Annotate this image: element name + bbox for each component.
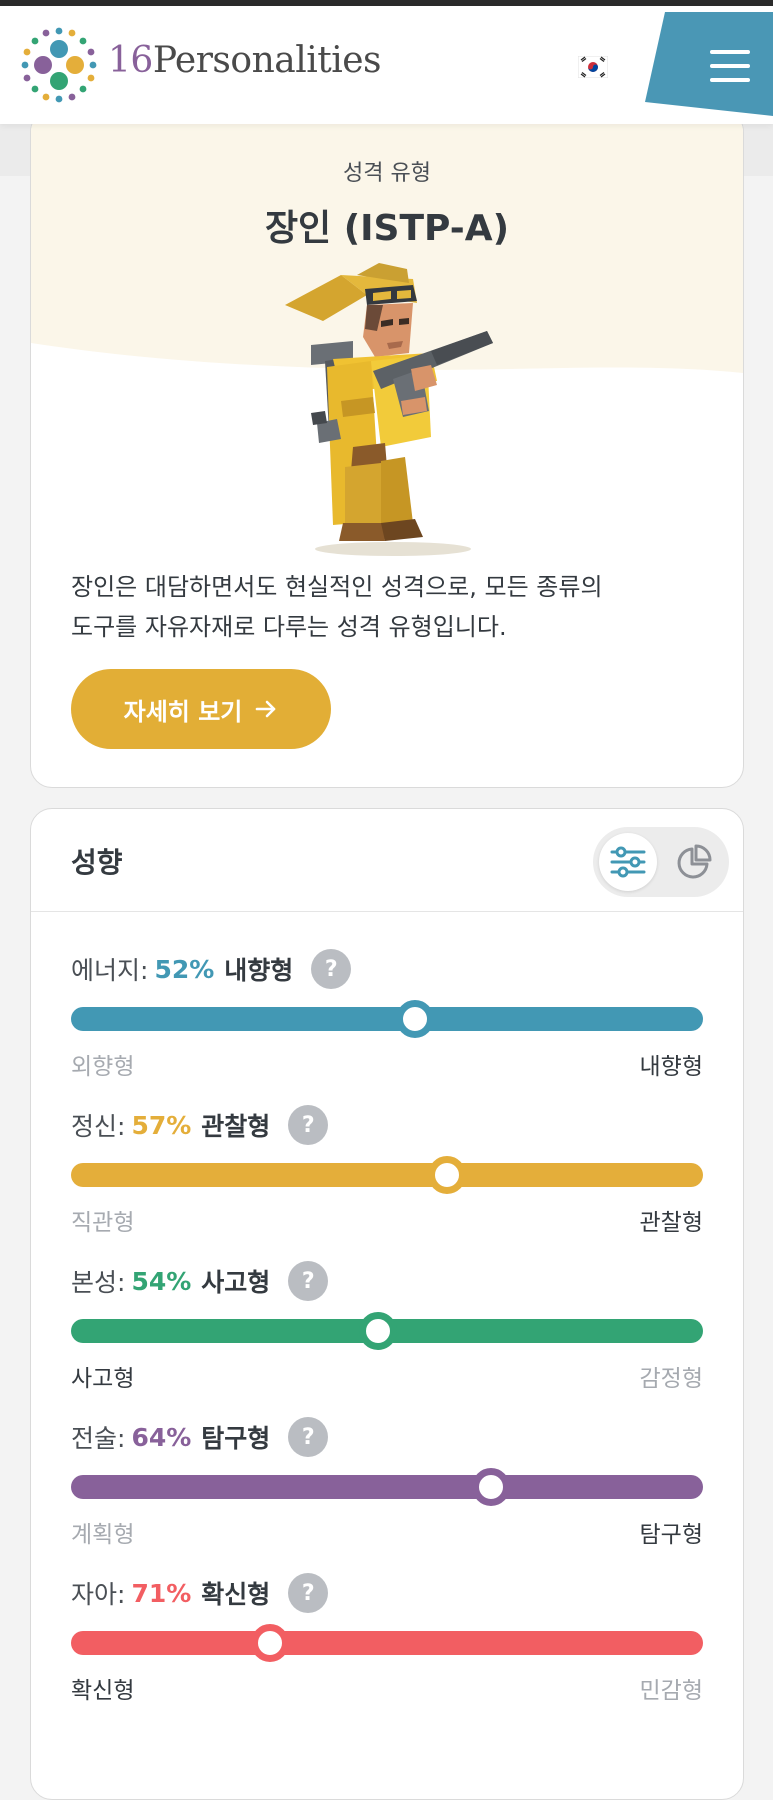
- trait-row-nature: 본성: 54% 사고형? 사고형 감정형: [71, 1261, 703, 1401]
- description-line: 도구를 자유자재로 다루는 성격 유형입니다.: [71, 613, 507, 641]
- sliders-icon: [610, 846, 646, 878]
- trait-row-energy: 에너지: 52% 내향형? 외향형 내향형: [71, 949, 703, 1089]
- trait-percent: 71%: [131, 1578, 192, 1608]
- trait-percent: 54%: [131, 1266, 192, 1296]
- help-icon[interactable]: ?: [311, 949, 352, 989]
- brand-number: 16: [108, 40, 153, 81]
- menu-corner: [645, 12, 773, 130]
- trait-slider-knob[interactable]: [251, 1624, 290, 1662]
- trait-label: 정신:: [71, 1112, 126, 1141]
- pie-view-button[interactable]: [665, 833, 723, 891]
- personality-type-card: 성격 유형 장인 (ISTP-A) 장인은 대담하면서도 현실적인 성격으로, …: [30, 110, 744, 788]
- trait-slider-knob[interactable]: [472, 1468, 511, 1506]
- trait-slider-track[interactable]: [71, 1000, 703, 1038]
- trait-slider-track[interactable]: [71, 1624, 703, 1662]
- trait-slider-track[interactable]: [71, 1468, 703, 1506]
- trait-row-tactics: 전술: 64% 탐구형? 계획형 탐구형: [71, 1417, 703, 1557]
- read-more-button[interactable]: 자세히 보기: [71, 669, 331, 749]
- arrow-right-icon: [256, 700, 276, 718]
- trait-heading: 전술: 64% 탐구형?: [71, 1417, 329, 1457]
- view-toggle: [593, 827, 729, 897]
- trait-label: 자아:: [71, 1580, 126, 1609]
- type-name: 장인 (ISTP-A): [264, 208, 510, 249]
- trait-heading: 본성: 54% 사고형?: [71, 1261, 329, 1301]
- brand-word: Personalities: [152, 40, 382, 81]
- trait-percent: 57%: [131, 1110, 192, 1140]
- trait-pole-right: 감정형: [639, 1366, 703, 1392]
- virtuoso-character-illustration: [285, 263, 493, 556]
- trait-slider-knob[interactable]: [358, 1312, 397, 1350]
- trait-type: 관찰형: [201, 1112, 271, 1141]
- trait-pole-left: 확신형: [71, 1678, 135, 1704]
- description-line: 장인은 대담하면서도 현실적인 성격으로, 모든 종류의: [71, 573, 603, 601]
- trait-percent: 64%: [131, 1422, 192, 1452]
- hamburger-menu-icon[interactable]: [695, 34, 765, 98]
- trait-row-identity: 자아: 71% 확신형? 확신형 민감형: [71, 1573, 703, 1713]
- trait-pole-left: 직관형: [71, 1210, 135, 1236]
- trait-pole-left: 외향형: [71, 1054, 135, 1080]
- site-header: 16Personalities: [0, 6, 773, 124]
- trait-slider-knob[interactable]: [396, 1000, 435, 1038]
- trait-type: 확신형: [201, 1580, 271, 1609]
- help-icon[interactable]: ?: [288, 1261, 329, 1301]
- brand-wordmark[interactable]: 16Personalities: [108, 40, 382, 81]
- trait-heading: 자아: 71% 확신형?: [71, 1573, 329, 1613]
- trait-percent: 52%: [154, 954, 215, 984]
- trait-type: 탐구형: [201, 1424, 271, 1453]
- sliders-view-button[interactable]: [599, 833, 657, 891]
- trait-type: 사고형: [201, 1268, 271, 1297]
- read-more-label: 자세히 보기: [123, 697, 243, 726]
- trait-pole-right: 탐구형: [639, 1522, 703, 1548]
- trait-pole-right: 내향형: [639, 1054, 703, 1080]
- traits-title: 성향: [71, 846, 123, 879]
- trait-type: 내향형: [224, 956, 294, 985]
- traits-header: 성향: [31, 809, 743, 912]
- trait-pole-left: 계획형: [71, 1522, 135, 1548]
- trait-pole-left: 사고형: [71, 1366, 135, 1392]
- trait-label: 본성:: [71, 1268, 126, 1297]
- trait-label: 전술:: [71, 1424, 126, 1453]
- type-description: 장인은 대담하면서도 현실적인 성격으로, 모든 종류의 도구를 자유자재로 다…: [71, 567, 711, 647]
- trait-heading: 에너지: 52% 내향형?: [71, 949, 352, 989]
- trait-pole-right: 관찰형: [639, 1210, 703, 1236]
- help-icon[interactable]: ?: [288, 1573, 329, 1613]
- help-icon[interactable]: ?: [288, 1417, 329, 1457]
- trait-slider-knob[interactable]: [428, 1156, 467, 1194]
- help-icon[interactable]: ?: [288, 1105, 329, 1145]
- trait-row-mind: 정신: 57% 관찰형? 직관형 관찰형: [71, 1105, 703, 1245]
- korea-flag-icon[interactable]: [578, 56, 608, 78]
- trait-label: 에너지:: [71, 956, 149, 985]
- logo-icon[interactable]: [18, 24, 100, 106]
- trait-heading: 정신: 57% 관찰형?: [71, 1105, 329, 1145]
- traits-card: 성향 에너지: 52% 내향형 ? 외향형 내향형 정신: 57% 관찰형 ? …: [30, 808, 744, 1800]
- trait-slider-track[interactable]: [71, 1156, 703, 1194]
- type-label: 성격 유형: [343, 161, 431, 186]
- trait-pole-right: 민감형: [639, 1678, 703, 1704]
- trait-slider-track[interactable]: [71, 1312, 703, 1350]
- pie-chart-icon: [677, 844, 712, 879]
